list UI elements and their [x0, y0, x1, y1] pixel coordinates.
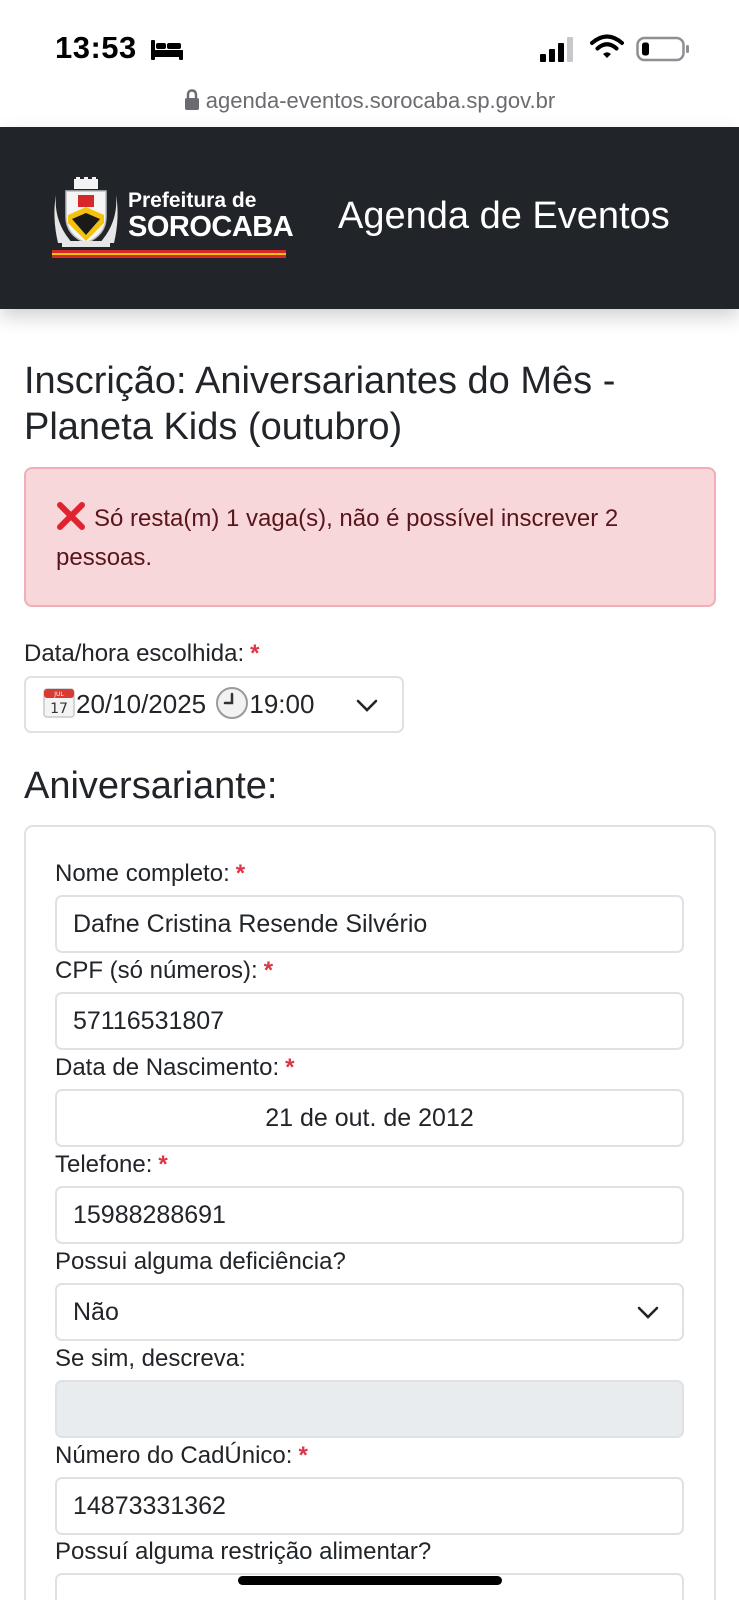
datetime-date: 20/10/2025	[76, 689, 207, 719]
signal-icon	[540, 37, 573, 62]
home-indicator	[238, 1576, 502, 1585]
url-bar[interactable]: agenda-eventos.sorocaba.sp.gov.br	[0, 88, 739, 128]
datetime-label: Data/hora escolhida: *	[24, 640, 259, 668]
clock-icon	[216, 687, 249, 719]
deficiencia-select[interactable]: Não	[55, 1283, 684, 1341]
url-text: agenda-eventos.sorocaba.sp.gov.br	[205, 88, 556, 113]
error-alert: Só resta(m) 1 vaga(s), não é possível in…	[24, 467, 716, 607]
required-mark: *	[158, 1151, 168, 1178]
logo-text-sorocaba: SOROCABA	[128, 211, 294, 243]
status-time: 13:53	[55, 30, 137, 65]
chevron-down-icon	[356, 699, 378, 712]
telefone-input[interactable]: 15988288691	[55, 1186, 684, 1244]
cpf-label: CPF (só números): *	[55, 957, 273, 985]
required-mark: *	[250, 640, 260, 667]
alert-text: Só resta(m) 1 vaga(s), não é possível in…	[56, 505, 619, 571]
deficiencia-label: Possui alguma deficiência?	[55, 1248, 346, 1275]
header-title: Agenda de Eventos	[338, 195, 670, 237]
crest-icon	[54, 177, 118, 247]
status-bar: 13:53	[0, 0, 739, 92]
cadunico-input[interactable]: 14873331362	[55, 1477, 684, 1535]
deficiencia-value: Não	[73, 1298, 119, 1326]
cadunico-label: Número do CadÚnico: *	[55, 1442, 308, 1470]
cadunico-label-text: Número do CadÚnico:	[55, 1442, 293, 1469]
nascimento-label: Data de Nascimento: *	[55, 1054, 294, 1082]
battery-icon	[636, 36, 689, 62]
nascimento-label-text: Data de Nascimento:	[55, 1054, 280, 1081]
datetime-time: 19:00	[249, 689, 315, 719]
svg-text:17: 17	[50, 701, 68, 717]
logo-stripes	[52, 250, 286, 258]
nascimento-date-input[interactable]: 21 de out. de 2012	[55, 1089, 684, 1147]
descreva-label: Se sim, descreva:	[55, 1345, 246, 1372]
datetime-select[interactable]: JUL 17 20/10/2025 19:00	[24, 676, 404, 733]
logo-text-prefeitura: Prefeitura de	[128, 189, 257, 212]
calendar-icon: JUL 17	[43, 688, 75, 718]
datetime-label-text: Data/hora escolhida:	[24, 640, 245, 667]
site-header: Prefeitura de SOROCABA Agenda de Eventos	[0, 127, 739, 309]
required-mark: *	[263, 957, 274, 984]
required-mark: *	[235, 860, 246, 887]
lock-icon	[184, 89, 199, 110]
required-mark: *	[298, 1442, 308, 1469]
section-title: Aniversariante:	[24, 765, 278, 807]
descreva-input[interactable]	[55, 1380, 684, 1438]
wifi-icon	[590, 34, 624, 58]
telefone-label-text: Telefone:	[55, 1151, 153, 1178]
page-title: Inscrição: Aniversariantes do Mês - Plan…	[24, 360, 616, 448]
cpf-input[interactable]: 57116531807	[55, 992, 684, 1050]
chevron-down-icon	[637, 1306, 659, 1319]
telefone-label: Telefone: *	[55, 1151, 168, 1179]
restricao-label: Possuí alguma restrição alimentar?	[55, 1538, 432, 1565]
svg-text:JUL: JUL	[53, 691, 64, 698]
required-mark: *	[285, 1054, 295, 1081]
bed-icon	[151, 40, 183, 60]
nome-input[interactable]: Dafne Cristina Resende Silvério	[55, 895, 684, 953]
nome-label-text: Nome completo:	[55, 860, 230, 887]
x-icon	[57, 502, 85, 530]
nome-label: Nome completo: *	[55, 860, 245, 888]
prefeitura-logo[interactable]: Prefeitura de SOROCABA	[52, 177, 294, 259]
cpf-label-text: CPF (só números):	[55, 957, 258, 984]
